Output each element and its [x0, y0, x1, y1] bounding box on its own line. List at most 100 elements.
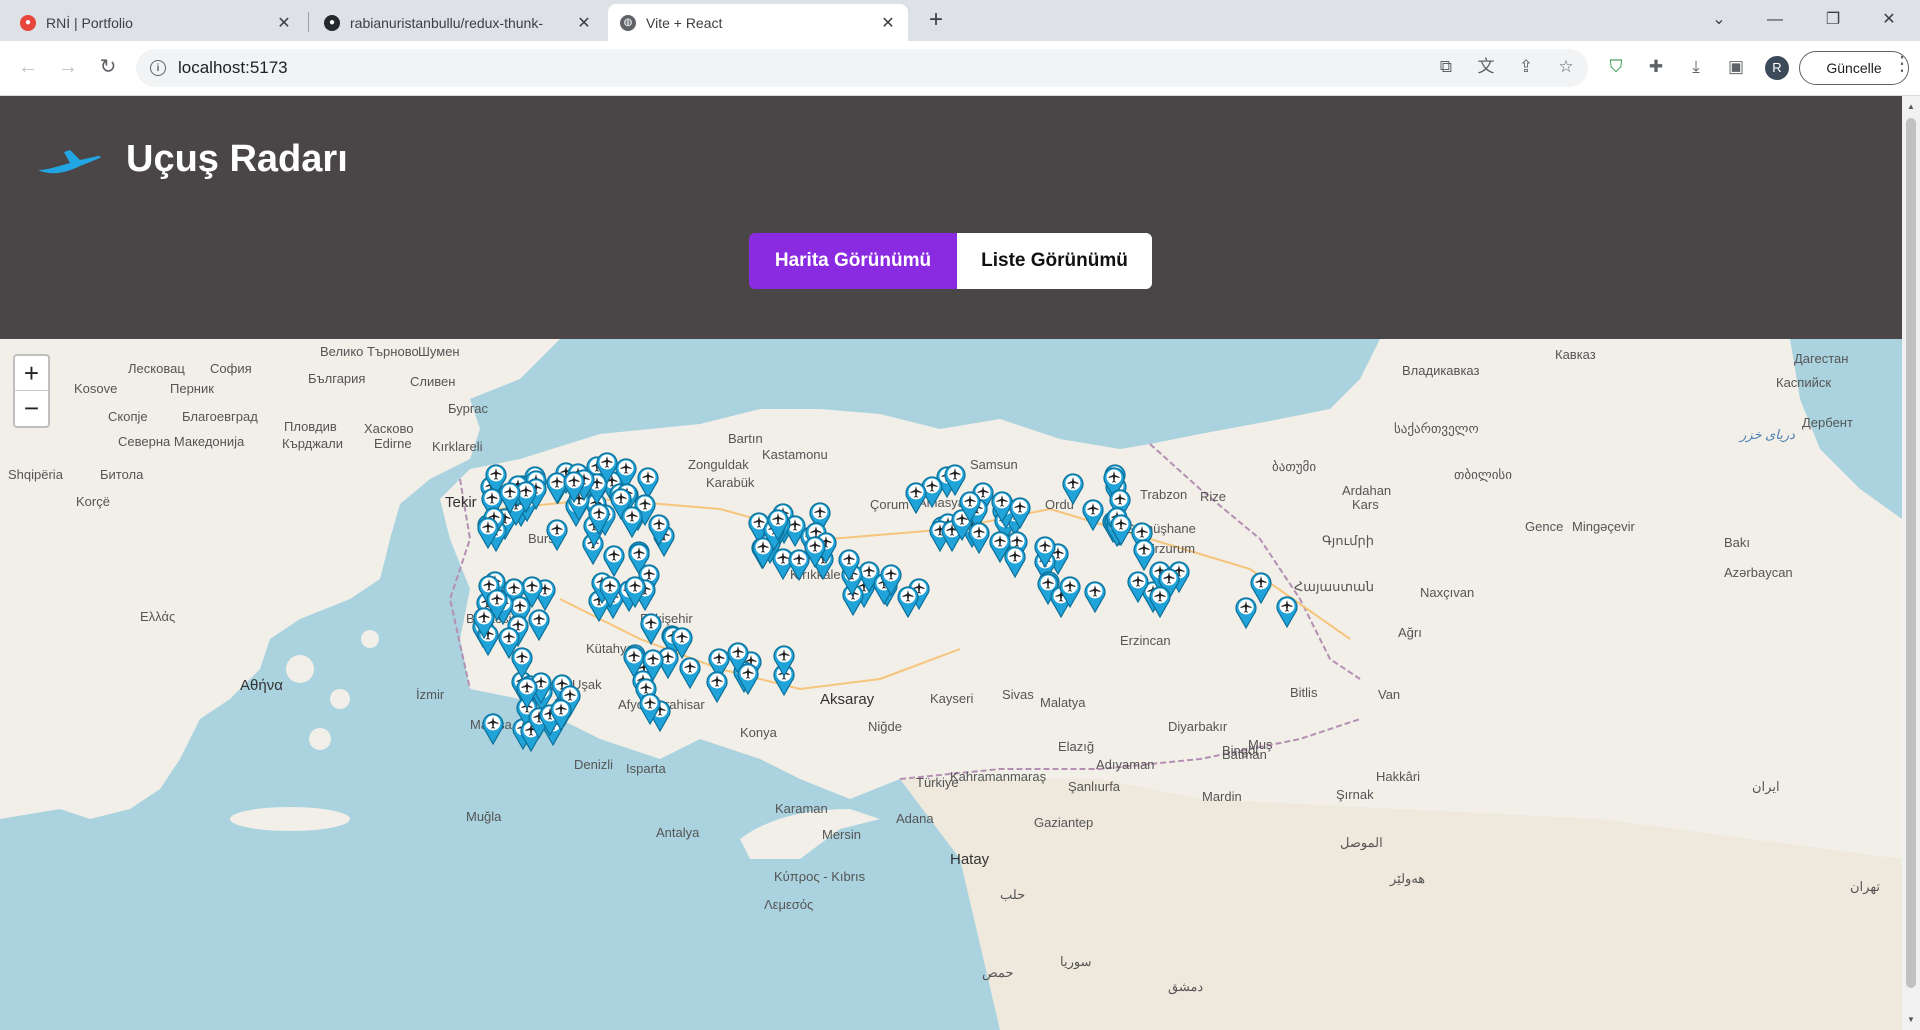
- page-scrollbar[interactable]: ▲ ▼: [1902, 96, 1920, 1030]
- flight-marker-icon[interactable]: [620, 504, 644, 539]
- forward-icon[interactable]: →: [54, 53, 82, 81]
- flight-marker-icon[interactable]: [476, 515, 500, 550]
- flight-marker-icon[interactable]: [498, 480, 522, 515]
- map-place-label: Kosove: [74, 381, 118, 396]
- flight-marker-icon[interactable]: [587, 501, 611, 536]
- window-close-icon[interactable]: ✕: [1866, 4, 1912, 36]
- list-view-button[interactable]: Liste Görünümü: [957, 233, 1152, 289]
- flight-marker-icon[interactable]: [736, 661, 760, 696]
- flight-marker-icon[interactable]: [837, 547, 861, 582]
- flight-map[interactable]: + − Велико Търново Шумен Лесковац София Бълг…: [0, 339, 1902, 1030]
- scroll-up-arrow-icon[interactable]: ▲: [1907, 102, 1915, 111]
- flight-marker-icon[interactable]: [1008, 495, 1032, 530]
- flight-marker-icon[interactable]: [527, 607, 551, 642]
- map-place-label: Бургас: [448, 401, 489, 416]
- flight-marker-icon[interactable]: [1003, 544, 1027, 579]
- flight-marker-icon[interactable]: [602, 543, 626, 578]
- map-place-label: Пловдив: [284, 419, 337, 434]
- avatar[interactable]: R: [1765, 56, 1789, 80]
- tab-vite-react[interactable]: ◍ Vite + React ✕: [608, 4, 908, 41]
- map-place-label: Дагестан: [1794, 351, 1849, 366]
- close-icon[interactable]: ✕: [276, 13, 292, 33]
- flight-marker-icon[interactable]: [958, 489, 982, 524]
- flight-marker-icon[interactable]: [670, 625, 694, 660]
- flight-marker-icon[interactable]: [623, 574, 647, 609]
- flight-marker-icon[interactable]: [472, 605, 496, 640]
- map-place-label: Rize: [1200, 489, 1227, 504]
- flight-marker-icon[interactable]: [598, 574, 622, 609]
- flight-marker-icon[interactable]: [562, 469, 586, 504]
- map-place-label: İzmir: [416, 687, 445, 702]
- close-icon[interactable]: ✕: [576, 13, 592, 33]
- map-place-label: Malatya: [1040, 695, 1086, 710]
- flight-marker-icon[interactable]: [678, 655, 702, 690]
- tab-github[interactable]: ● rabianuristanbullu/redux-thunk- ✕: [312, 4, 604, 41]
- flight-marker-icon[interactable]: [639, 611, 663, 646]
- flight-marker-icon[interactable]: [766, 507, 790, 542]
- flight-marker-icon[interactable]: [1275, 594, 1299, 629]
- map-place-label: Скопје: [108, 409, 148, 424]
- flight-marker-icon[interactable]: [803, 534, 827, 569]
- flight-marker-icon[interactable]: [638, 691, 662, 726]
- flight-marker-icon[interactable]: [1033, 534, 1057, 569]
- flight-marker-icon[interactable]: [647, 512, 671, 547]
- app-header: Uçuş Radarı Harita Görünümü Liste Görünü…: [0, 96, 1902, 339]
- tab-search-icon[interactable]: ⌄: [1696, 4, 1742, 36]
- scrollbar-thumb[interactable]: [1906, 118, 1916, 988]
- flight-marker-icon[interactable]: [595, 450, 619, 485]
- extensions-puzzle-icon[interactable]: ✚: [1644, 55, 1668, 79]
- open-in-app-icon[interactable]: ⧉: [1434, 55, 1458, 79]
- map-place-label: Հայաստան: [1294, 579, 1374, 594]
- menu-kebab-icon[interactable]: ⋮: [1892, 51, 1912, 76]
- reload-icon[interactable]: ↻: [94, 53, 122, 81]
- side-panel-icon[interactable]: ▣: [1724, 55, 1748, 79]
- minimize-icon[interactable]: —: [1752, 4, 1798, 36]
- flight-marker-icon[interactable]: [1058, 574, 1082, 609]
- flight-marker-icon[interactable]: [879, 562, 903, 597]
- download-icon[interactable]: ⤓: [1684, 55, 1708, 79]
- zoom-out-button[interactable]: −: [15, 391, 48, 426]
- flight-marker-icon[interactable]: [549, 697, 573, 732]
- flight-marker-icon[interactable]: [481, 711, 505, 746]
- flight-marker-icon[interactable]: [1126, 569, 1150, 604]
- flight-marker-icon[interactable]: [904, 480, 928, 515]
- scroll-down-arrow-icon[interactable]: ▼: [1907, 1015, 1915, 1024]
- map-place-label: Bartın: [728, 431, 763, 446]
- map-place-label: Hatay: [950, 851, 990, 868]
- map-place-label: Хасково: [364, 421, 414, 436]
- tab-portfolio[interactable]: ● RNİ | Portfolio ✕: [8, 4, 304, 41]
- flight-marker-icon[interactable]: [772, 643, 796, 678]
- map-place-label: دریای خزر: [1740, 427, 1795, 442]
- flight-marker-icon[interactable]: [1109, 512, 1133, 547]
- maximize-icon[interactable]: ❐: [1810, 4, 1856, 36]
- map-place-label: Kahramanmaraş: [950, 769, 1047, 784]
- flight-marker-icon[interactable]: [1234, 595, 1258, 630]
- map-view-button[interactable]: Harita Görünümü: [749, 233, 957, 289]
- map-place-label: Shqipëria: [8, 467, 63, 482]
- address-bar[interactable]: i localhost:5173: [136, 49, 1588, 87]
- map-place-label: България: [308, 371, 366, 386]
- flight-marker-icon[interactable]: [1148, 584, 1172, 619]
- map-place-label: Mardin: [1202, 789, 1242, 804]
- map-place-label: حلب: [1000, 887, 1026, 902]
- flight-marker-icon[interactable]: [1083, 579, 1107, 614]
- flight-marker-icon[interactable]: [515, 675, 539, 710]
- flight-marker-icon[interactable]: [641, 647, 665, 682]
- translate-icon[interactable]: 文: [1474, 55, 1498, 79]
- map-place-label: Mingəçevir: [1572, 519, 1635, 534]
- share-icon[interactable]: ⇪: [1514, 55, 1538, 79]
- new-tab-icon[interactable]: +: [922, 6, 950, 34]
- site-info-icon[interactable]: i: [150, 60, 166, 76]
- tab-title: RNİ | Portfolio: [46, 14, 133, 31]
- shield-extension-icon[interactable]: ⛉: [1604, 55, 1628, 79]
- zoom-in-button[interactable]: +: [15, 356, 48, 391]
- map-place-label: دمشق: [1168, 979, 1204, 994]
- map-place-label: Գյումրի: [1322, 533, 1374, 548]
- airplane-logo-icon: [38, 150, 101, 174]
- close-icon[interactable]: ✕: [880, 13, 896, 33]
- map-place-label: Кавказ: [1555, 347, 1596, 362]
- map-place-label: Tekir: [445, 494, 477, 511]
- bookmark-star-icon[interactable]: ☆: [1554, 55, 1578, 79]
- back-icon[interactable]: ←: [14, 53, 42, 81]
- flight-marker-icon[interactable]: [705, 669, 729, 704]
